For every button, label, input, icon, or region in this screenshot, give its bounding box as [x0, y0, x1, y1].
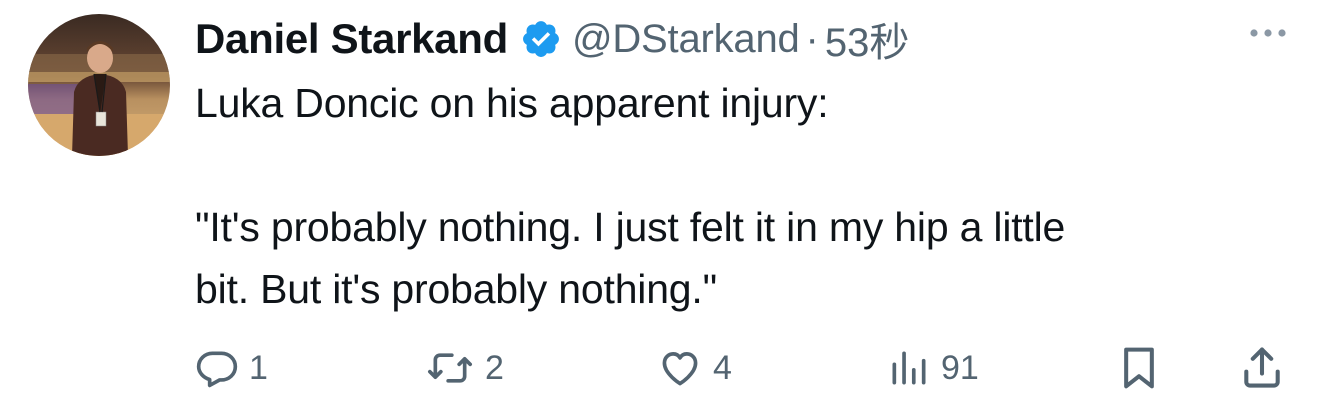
retweet-icon: [425, 346, 475, 390]
tweet-text-line: bit. But it's probably nothing.": [195, 266, 717, 312]
share-button[interactable]: [1239, 340, 1285, 396]
timestamp[interactable]: 53秒: [825, 10, 910, 68]
more-options-icon[interactable]: [1246, 22, 1290, 44]
user-handle[interactable]: @DStarkand: [572, 17, 800, 62]
avatar-image: [28, 14, 170, 156]
separator-dot: ·: [805, 16, 819, 61]
like-count: 4: [713, 348, 732, 387]
views-button[interactable]: 91: [887, 340, 979, 396]
reply-count: 1: [249, 348, 268, 387]
tweet-header: Daniel Starkand @DStarkand · 53秒: [195, 8, 909, 70]
tweet-text-line: Luka Doncic on his apparent injury:: [195, 80, 829, 126]
verified-badge-icon: [520, 18, 562, 60]
retweet-button[interactable]: 2: [425, 340, 504, 396]
action-bar: 1 2 4 91: [195, 340, 1295, 396]
share-icon: [1239, 344, 1285, 392]
views-bar-chart-icon: [887, 346, 931, 390]
bookmark-button[interactable]: [1117, 340, 1161, 396]
views-count: 91: [941, 348, 979, 387]
tweet-card[interactable]: Daniel Starkand @DStarkand · 53秒 Luka Do…: [0, 0, 1320, 418]
bookmark-icon: [1117, 344, 1161, 392]
like-button[interactable]: 4: [657, 340, 732, 396]
tweet-text: Luka Doncic on his apparent injury: "It'…: [195, 72, 1285, 320]
retweet-count: 2: [485, 348, 504, 387]
reply-button[interactable]: 1: [195, 340, 268, 396]
reply-icon: [195, 346, 239, 390]
display-name[interactable]: Daniel Starkand: [195, 15, 508, 63]
avatar[interactable]: [28, 14, 170, 156]
heart-icon: [657, 346, 703, 390]
tweet-text-line: "It's probably nothing. I just felt it i…: [195, 204, 1066, 250]
